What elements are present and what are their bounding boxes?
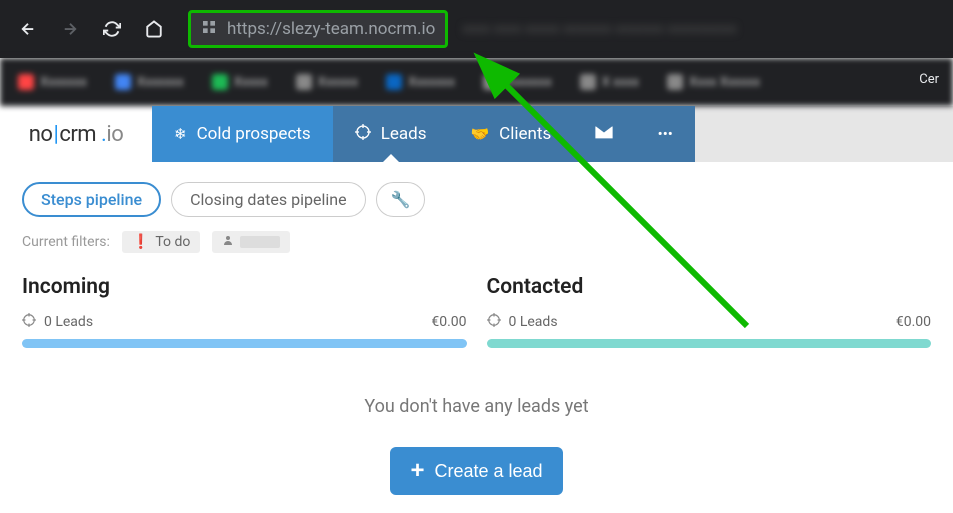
leads-amount: €0.00 — [896, 314, 931, 330]
app-logo[interactable]: no|crm .io — [0, 106, 152, 162]
target-icon — [22, 313, 36, 331]
nav-leads[interactable]: Leads — [333, 106, 449, 162]
create-lead-button[interactable]: + Create a lead — [390, 447, 562, 495]
target-icon — [355, 124, 371, 144]
exclamation-icon: ❗ — [132, 234, 149, 250]
browser-bar: https://slezy-team.nocrm.io xxxx xxxx xx… — [0, 0, 953, 58]
bookmarks-bar: Xxxxxxx Xxxxxxx Xxxxx Xxxxxx Xxxxxxx Xxx… — [0, 58, 953, 106]
pipeline-columns: Incoming 0 Leads €0.00 Contacted 0 Leads… — [0, 267, 953, 356]
filters-row: Current filters: ❗ To do — [0, 227, 953, 267]
url-bar[interactable]: https://slezy-team.nocrm.io — [188, 10, 448, 48]
pipeline-pills: Steps pipeline Closing dates pipeline 🔧 — [0, 162, 953, 227]
url-text: https://slezy-team.nocrm.io — [227, 19, 435, 39]
column-contacted: Contacted 0 Leads €0.00 — [487, 275, 932, 348]
reload-button[interactable] — [98, 15, 126, 43]
nav-mail[interactable] — [573, 106, 635, 162]
nav-clients[interactable]: 🤝 Clients — [448, 106, 573, 162]
nav-more[interactable]: ••• — [635, 106, 695, 162]
nav-cold-prospects[interactable]: ❄ Cold prospects — [152, 106, 333, 162]
pill-settings[interactable]: 🔧 — [376, 182, 426, 217]
target-icon — [487, 313, 501, 331]
progress-bar-contacted — [487, 339, 932, 348]
filter-todo[interactable]: ❗ To do — [122, 231, 200, 253]
handshake-icon: 🤝 — [470, 125, 489, 143]
column-incoming: Incoming 0 Leads €0.00 — [22, 275, 467, 348]
forward-button[interactable] — [56, 15, 84, 43]
filters-label: Current filters: — [22, 234, 110, 250]
column-title: Contacted — [487, 275, 932, 299]
site-settings-icon — [201, 19, 217, 39]
empty-message: You don't have any leads yet — [0, 356, 953, 433]
snowflake-icon: ❄ — [174, 125, 187, 143]
filter-user[interactable] — [212, 231, 290, 253]
column-title: Incoming — [22, 275, 467, 299]
progress-bar-incoming — [22, 339, 467, 348]
filter-user-redacted — [240, 236, 280, 248]
pill-closing-dates-pipeline[interactable]: Closing dates pipeline — [171, 182, 365, 217]
wrench-icon: 🔧 — [391, 190, 411, 209]
envelope-icon — [595, 125, 613, 143]
app-nav: no|crm .io ❄ Cold prospects Leads 🤝 Clie… — [0, 106, 953, 162]
bookmark-visible[interactable]: Cer — [919, 72, 939, 87]
pill-steps-pipeline[interactable]: Steps pipeline — [22, 182, 161, 217]
plus-icon: + — [410, 459, 424, 483]
browser-blurred-area: xxxx xxxx xxxxx xxxxxxx xxxxxxx xxxxxxxx… — [462, 21, 939, 37]
home-button[interactable] — [140, 15, 168, 43]
leads-count: 0 Leads — [44, 314, 93, 330]
more-icon: ••• — [658, 125, 673, 143]
leads-amount: €0.00 — [431, 314, 466, 330]
leads-count: 0 Leads — [509, 314, 558, 330]
back-button[interactable] — [14, 15, 42, 43]
user-icon — [222, 234, 234, 250]
